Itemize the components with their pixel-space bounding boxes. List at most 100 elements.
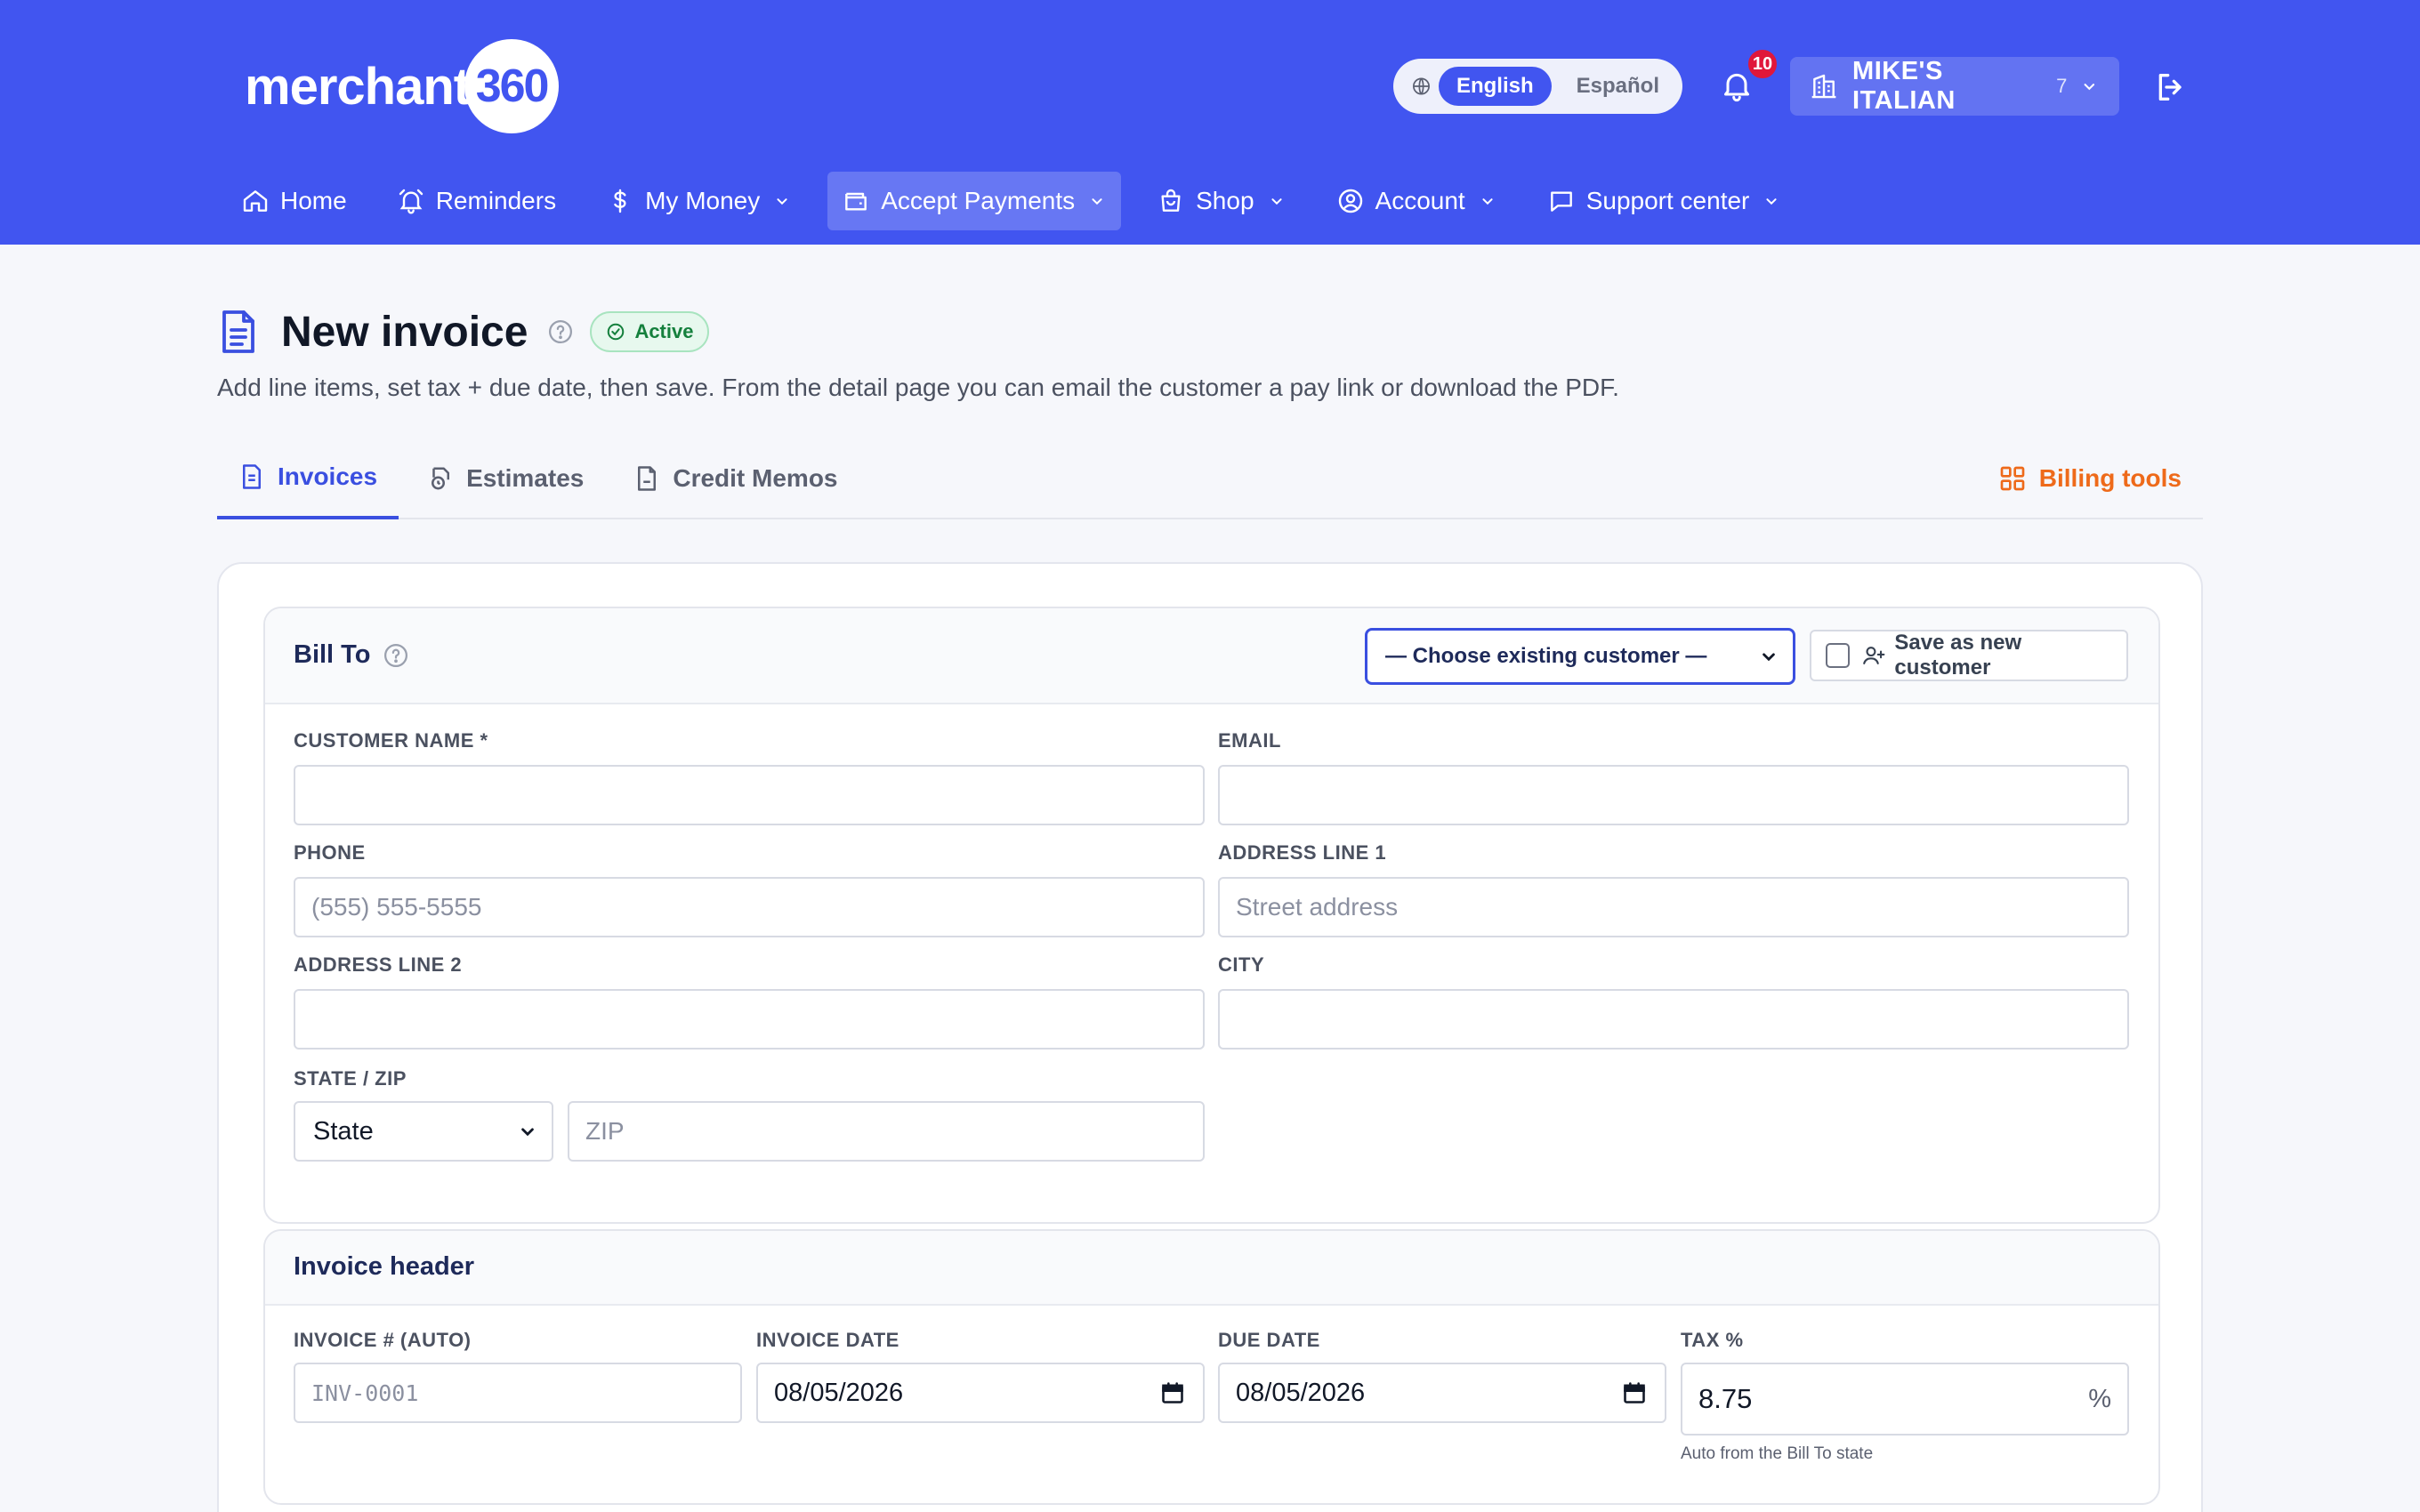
logo-badge: 360 bbox=[464, 39, 560, 133]
status-badge-label: Active bbox=[634, 320, 694, 342]
alarm-bell-icon bbox=[399, 189, 423, 214]
invoice-date-value: 08/05/2026 bbox=[774, 1378, 904, 1407]
phone-input[interactable] bbox=[294, 877, 1205, 937]
invoice-date-input[interactable]: 08/05/2026 bbox=[756, 1363, 1205, 1423]
chevron-down-icon bbox=[1092, 198, 1102, 205]
bill-to-header: Bill To — Choose existing customer — Sav… bbox=[265, 608, 2158, 704]
tax-hint: Auto from the Bill To state bbox=[1681, 1444, 1874, 1463]
state-select[interactable]: State bbox=[294, 1101, 553, 1162]
email-label: EMAIL bbox=[1218, 729, 1281, 752]
grid-icon bbox=[2000, 466, 2025, 491]
nav-reminders[interactable]: Reminders bbox=[383, 172, 570, 230]
language-spanish-button[interactable]: Español bbox=[1559, 67, 1677, 106]
nav-account-label: Account bbox=[1375, 187, 1465, 214]
nav-home[interactable]: Home bbox=[227, 172, 361, 230]
wallet-icon bbox=[845, 192, 867, 211]
choose-customer-value: — Choose existing customer — bbox=[1385, 644, 1707, 668]
dollar-icon bbox=[614, 189, 626, 213]
invoice-form-card: Bill To — Choose existing customer — Sav… bbox=[217, 562, 2203, 1512]
tax-label: TAX % bbox=[1681, 1329, 1744, 1351]
document-icon bbox=[222, 310, 254, 353]
customer-name-label: CUSTOMER NAME * bbox=[294, 729, 488, 752]
chevron-down-icon bbox=[1763, 653, 1775, 662]
zip-input[interactable] bbox=[568, 1101, 1205, 1162]
chevron-down-icon bbox=[2084, 84, 2095, 91]
tab-estimates-label: Estimates bbox=[466, 464, 585, 492]
notification-count-badge: 10 bbox=[1746, 48, 1779, 80]
top-bar: merchant 360 English Español 10 MIKE'S I… bbox=[0, 0, 2420, 245]
chevron-down-icon bbox=[521, 1128, 534, 1137]
invoice-header-head: Invoice header bbox=[265, 1231, 2158, 1306]
invoice-header-title: Invoice header bbox=[294, 1252, 475, 1281]
bill-to-title: Bill To bbox=[294, 640, 409, 670]
save-new-customer-label: Save as new customer bbox=[1894, 631, 2022, 680]
save-new-customer-toggle[interactable]: Save as new customer bbox=[1810, 630, 2128, 681]
nav-account[interactable]: Account bbox=[1322, 172, 1512, 230]
save-new-customer-checkbox[interactable] bbox=[1826, 643, 1850, 668]
tab-credit-memos-label: Credit Memos bbox=[673, 464, 838, 492]
address-line-1-input[interactable] bbox=[1218, 877, 2129, 937]
calendar-icon[interactable] bbox=[1160, 1380, 1185, 1405]
invoice-date-label: INVOICE DATE bbox=[756, 1329, 899, 1351]
tax-input[interactable]: 8.75 % bbox=[1681, 1363, 2129, 1436]
merchant-switcher-button[interactable]: MIKE'S ITALIAN 7 bbox=[1790, 57, 2119, 116]
help-icon[interactable] bbox=[547, 318, 574, 345]
due-date-label: DUE DATE bbox=[1218, 1329, 1320, 1351]
merchant-name: MIKE'S ITALIAN bbox=[1852, 57, 1956, 115]
phone-label: PHONE bbox=[294, 841, 366, 864]
message-icon bbox=[1550, 191, 1572, 212]
address-line-2-label: ADDRESS LINE 2 bbox=[294, 953, 463, 976]
nav-support-center-label: Support center bbox=[1585, 187, 1750, 214]
status-badge: Active bbox=[590, 311, 710, 352]
chevron-down-icon bbox=[1270, 198, 1282, 205]
tax-value: 8.75 bbox=[1698, 1383, 1753, 1414]
tab-estimates[interactable]: Estimates bbox=[406, 454, 605, 519]
calendar-icon[interactable] bbox=[1622, 1380, 1647, 1405]
customer-name-input[interactable] bbox=[294, 765, 1205, 825]
invoice-header-section: Invoice header INVOICE # (AUTO) INVOICE … bbox=[263, 1229, 2160, 1505]
billing-tabs: Invoices Estimates Credit Memos Billing … bbox=[217, 454, 2203, 519]
bill-to-section: Bill To — Choose existing customer — Sav… bbox=[263, 607, 2160, 1224]
invoice-number-input[interactable] bbox=[294, 1363, 742, 1423]
tab-invoices[interactable]: Invoices bbox=[217, 454, 399, 519]
tab-invoices-label: Invoices bbox=[278, 462, 378, 490]
tax-percent-suffix: % bbox=[2088, 1384, 2111, 1413]
nav-my-money-label: My Money bbox=[645, 187, 761, 214]
state-zip-label: STATE / ZIP bbox=[294, 1067, 407, 1090]
logout-icon[interactable] bbox=[2153, 69, 2189, 105]
page-title: New invoice bbox=[281, 308, 528, 356]
nav-my-money[interactable]: My Money bbox=[592, 172, 806, 230]
choose-customer-select[interactable]: — Choose existing customer — bbox=[1365, 628, 1795, 685]
language-toggle: English Español bbox=[1393, 59, 1682, 114]
logo-text: merchant bbox=[245, 57, 471, 116]
nav-home-label: Home bbox=[280, 187, 347, 214]
shopping-bag-icon bbox=[1161, 189, 1181, 212]
billing-tools-link[interactable]: Billing tools bbox=[1998, 454, 2182, 503]
city-input[interactable] bbox=[1218, 989, 2129, 1050]
user-plus-icon bbox=[1862, 647, 1885, 664]
bill-to-title-label: Bill To bbox=[294, 640, 371, 669]
billing-tools-label: Billing tools bbox=[2038, 464, 2182, 492]
chevron-down-icon bbox=[1482, 198, 1493, 205]
check-circle-icon bbox=[608, 323, 625, 341]
language-english-button[interactable]: English bbox=[1438, 67, 1552, 106]
due-date-input[interactable]: 08/05/2026 bbox=[1218, 1363, 1666, 1423]
building-icon bbox=[1811, 74, 1836, 99]
merchant360-logo[interactable]: merchant 360 bbox=[245, 37, 560, 135]
nav-shop[interactable]: Shop bbox=[1142, 172, 1300, 230]
address-line-1-label: ADDRESS LINE 1 bbox=[1218, 841, 1387, 864]
nav-accept-payments[interactable]: Accept Payments bbox=[827, 172, 1122, 230]
nav-support-center[interactable]: Support center bbox=[1533, 172, 1796, 230]
main-nav: Home Reminders My Money Accept Payments … bbox=[227, 172, 1817, 230]
address-line-2-input[interactable] bbox=[294, 989, 1205, 1050]
home-icon bbox=[243, 190, 268, 212]
page-heading: New invoice Active bbox=[217, 301, 710, 363]
invoice-number-label: INVOICE # (AUTO) bbox=[294, 1329, 472, 1351]
email-input[interactable] bbox=[1218, 765, 2129, 825]
tab-credit-memos[interactable]: Credit Memos bbox=[612, 454, 859, 519]
state-select-value: State bbox=[313, 1116, 374, 1146]
help-icon[interactable] bbox=[383, 642, 409, 669]
page-subtitle: Add line items, set tax + due date, then… bbox=[217, 374, 1619, 401]
due-date-value: 08/05/2026 bbox=[1236, 1378, 1366, 1407]
user-circle-icon bbox=[1338, 189, 1362, 213]
